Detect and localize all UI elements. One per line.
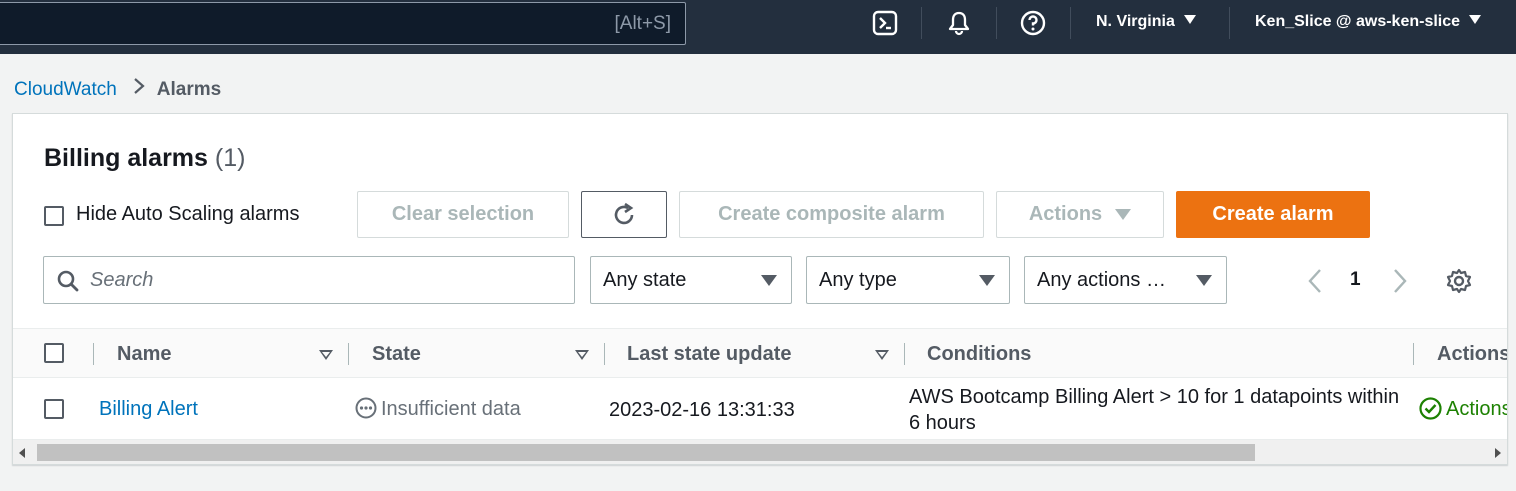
help-icon[interactable] <box>1020 10 1046 36</box>
alarms-table-header: Name State Last state update Conditions … <box>13 328 1507 378</box>
actions-dropdown-button[interactable]: Actions <box>996 191 1164 238</box>
actions-dropdown-label: Actions <box>1028 203 1103 225</box>
region-label: N. Virginia <box>1096 13 1175 30</box>
notifications-bell-icon[interactable] <box>946 10 972 36</box>
caret-down-icon <box>979 275 995 286</box>
state-filter-value: Any state <box>603 269 687 291</box>
cloudshell-icon[interactable] <box>872 10 898 36</box>
clear-selection-label: Clear selection <box>391 203 535 225</box>
clear-selection-button[interactable]: Clear selection <box>357 191 569 238</box>
scrollbar-thumb[interactable] <box>37 444 1255 461</box>
type-filter-select[interactable]: Any type <box>806 256 1010 304</box>
global-search-box[interactable]: [Alt+S] <box>0 2 686 45</box>
search-shortcut-hint: [Alt+S] <box>614 13 672 34</box>
state-filter-select[interactable]: Any state <box>590 256 792 304</box>
panel-title: Billing alarms (1) <box>44 144 245 173</box>
select-all-checkbox[interactable] <box>44 343 64 363</box>
alarm-last-update: 2023-02-16 13:31:33 <box>609 399 795 421</box>
breadcrumb-cloudwatch-link[interactable]: CloudWatch <box>14 79 117 100</box>
sort-icon[interactable] <box>875 350 889 360</box>
insufficient-data-icon <box>355 397 377 419</box>
column-header-actions[interactable]: Actions <box>1437 343 1507 366</box>
column-header-state[interactable]: State <box>372 343 421 366</box>
alarm-count: (1) <box>214 144 246 172</box>
search-input[interactable] <box>90 257 560 303</box>
previous-page-icon[interactable] <box>1307 268 1323 294</box>
caret-down-icon <box>1469 15 1482 24</box>
caret-down-icon <box>761 275 777 286</box>
column-header-name[interactable]: Name <box>117 343 171 366</box>
column-header-conditions[interactable]: Conditions <box>927 343 1031 366</box>
refresh-icon <box>614 202 634 224</box>
sort-icon[interactable] <box>319 350 333 360</box>
caret-down-icon <box>1196 275 1212 286</box>
table-row: Billing Alert Insufficient data 2023-02-… <box>13 378 1508 440</box>
column-divider <box>904 343 905 365</box>
create-composite-alarm-button[interactable]: Create composite alarm <box>679 191 984 238</box>
region-selector[interactable]: N. Virginia <box>1096 13 1196 31</box>
actions-filter-select[interactable]: Any actions … <box>1024 256 1227 304</box>
caret-down-icon <box>1183 15 1196 24</box>
column-divider <box>604 343 605 365</box>
create-alarm-label: Create alarm <box>1212 203 1334 225</box>
account-label: Ken_Slice @ aws-ken-slice <box>1255 13 1461 30</box>
horizontal-scrollbar[interactable] <box>13 440 1507 464</box>
nav-divider <box>1070 7 1071 39</box>
search-icon <box>57 270 79 292</box>
alarms-panel: Billing alarms (1) Hide Auto Scaling ala… <box>12 113 1508 465</box>
hide-autoscaling-label[interactable]: Hide Auto Scaling alarms <box>76 203 299 226</box>
chevron-right-icon <box>133 77 145 101</box>
sort-icon[interactable] <box>575 350 589 360</box>
create-alarm-button[interactable]: Create alarm <box>1176 191 1370 238</box>
nav-divider <box>996 7 997 39</box>
row-select-checkbox[interactable] <box>44 399 64 419</box>
scroll-right-icon[interactable] <box>1495 448 1501 458</box>
next-page-icon[interactable] <box>1392 268 1408 294</box>
alarm-search-field[interactable] <box>43 256 575 304</box>
check-circle-icon <box>1419 397 1442 420</box>
panel-title-text: Billing alarms <box>44 144 208 172</box>
hide-autoscaling-checkbox[interactable] <box>44 206 64 226</box>
alarm-state-text: Insufficient data <box>381 398 521 420</box>
column-divider <box>93 343 94 365</box>
gear-icon[interactable] <box>1446 268 1472 294</box>
nav-divider <box>921 7 922 39</box>
alarm-actions-text: Actions <box>1446 398 1508 420</box>
breadcrumb: CloudWatch Alarms <box>14 77 221 101</box>
account-menu[interactable]: Ken_Slice @ aws-ken-slice <box>1255 13 1482 31</box>
current-page-number[interactable]: 1 <box>1350 269 1361 291</box>
type-filter-value: Any type <box>819 269 897 291</box>
alarm-conditions: AWS Bootcamp Billing Alert > 10 for 1 da… <box>909 386 1400 434</box>
alarm-name-link[interactable]: Billing Alert <box>99 398 198 421</box>
top-navigation-bar: [Alt+S] N. Virginia Ken_Slice @ aws-ken-… <box>0 0 1516 54</box>
column-header-last-update[interactable]: Last state update <box>627 343 791 366</box>
alarm-state: Insufficient data <box>355 397 521 421</box>
caret-down-icon <box>1115 209 1132 220</box>
scroll-left-icon[interactable] <box>19 448 25 458</box>
alarm-actions-status: Actions <box>1419 397 1508 421</box>
create-composite-label: Create composite alarm <box>718 203 945 225</box>
nav-divider <box>1229 7 1230 39</box>
breadcrumb-current: Alarms <box>156 79 222 100</box>
actions-filter-value: Any actions … <box>1037 269 1166 291</box>
column-divider <box>348 343 349 365</box>
refresh-button[interactable] <box>581 191 667 238</box>
column-divider <box>1413 343 1414 365</box>
